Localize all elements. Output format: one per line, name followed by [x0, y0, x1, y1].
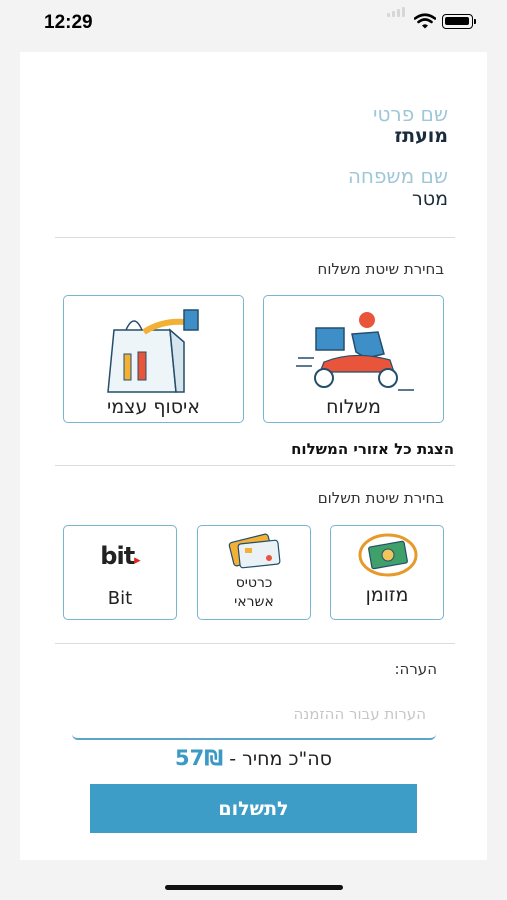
- bit-logo-text: bit: [100, 542, 135, 570]
- payment-option-label: כרטיס אשראי: [198, 574, 310, 612]
- first-name-label: שם פרטי: [372, 102, 448, 126]
- last-name-value: מטר: [412, 188, 448, 210]
- payment-option-credit-card[interactable]: כרטיס אשראי: [197, 525, 311, 620]
- divider: [55, 465, 455, 466]
- credit-card-label-line2: אשראי: [234, 594, 274, 610]
- battery-icon: [442, 14, 476, 29]
- show-all-delivery-areas-link[interactable]: הצגת כל אזורי המשלוח: [291, 440, 454, 458]
- order-notes-input[interactable]: [72, 690, 436, 740]
- pay-button[interactable]: לתשלום: [90, 784, 417, 833]
- shipping-option-label: משלוח: [326, 396, 381, 418]
- payment-section-title: בחירת שיטת תשלום: [317, 489, 444, 507]
- pickup-bag-icon: [107, 309, 199, 393]
- shipping-option-pickup[interactable]: איסוף עצמי: [63, 295, 244, 423]
- status-time: 12:29: [44, 12, 93, 33]
- home-indicator: [165, 885, 343, 890]
- delivery-scooter-icon: [296, 312, 414, 391]
- cash-icon: [358, 533, 418, 577]
- bit-logo-icon: bit▸: [100, 542, 140, 570]
- wifi-icon: [414, 13, 436, 29]
- shipping-option-label: איסוף עצמי: [107, 396, 200, 418]
- total-label: סה"כ מחיר -: [229, 748, 333, 770]
- payment-option-label: Bit: [107, 588, 133, 609]
- divider: [55, 643, 455, 644]
- status-bar: 12:29: [0, 0, 507, 46]
- total-price: סה"כ מחיר - 57₪: [0, 746, 507, 770]
- payment-option-label: מזומן: [365, 584, 409, 606]
- divider: [55, 237, 455, 238]
- total-price-value: 57₪: [174, 746, 224, 770]
- first-name-value: מועתז: [394, 125, 448, 147]
- payment-option-cash[interactable]: מזומן: [330, 525, 444, 620]
- shipping-option-delivery[interactable]: משלוח: [263, 295, 444, 423]
- credit-card-label-line1: כרטיס: [235, 575, 273, 591]
- note-label: הערה:: [394, 660, 437, 678]
- payment-option-bit[interactable]: bit▸ Bit: [63, 525, 177, 620]
- credit-card-icon: [228, 533, 281, 569]
- last-name-label: שם משפחה: [347, 164, 448, 188]
- shipping-section-title: בחירת שיטת משלוח: [317, 260, 444, 278]
